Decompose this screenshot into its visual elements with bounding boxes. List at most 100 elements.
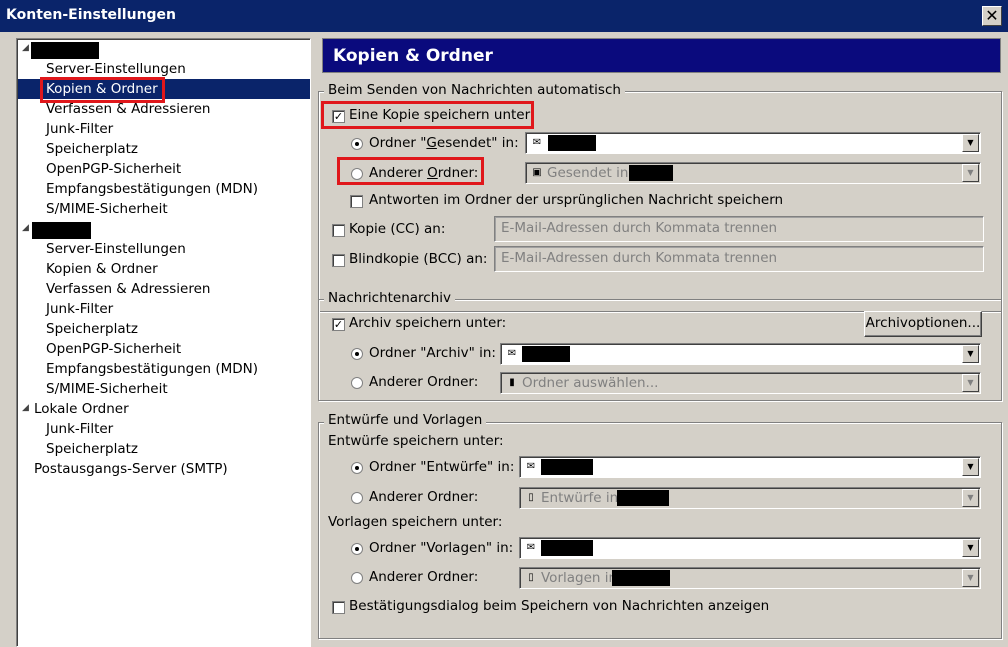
folder-icon: ▣ [532, 167, 542, 178]
sent-account-select[interactable]: ✉ ▼ [525, 132, 981, 154]
folder-icon: ▮ [509, 377, 515, 388]
tree-item-label: Junk-Filter [46, 121, 114, 137]
reply-in-folder-label: Antworten im Ordner der ursprünglichen N… [369, 192, 784, 208]
archive-other-radio[interactable] [351, 377, 363, 389]
tree-item-label: Kopien & Ordner [46, 261, 158, 277]
redacted-account-name[interactable] [31, 42, 99, 59]
drafts-account-select[interactable]: ✉ ▼ [519, 456, 981, 478]
tree-item-label: Server-Einstellungen [46, 241, 186, 257]
other-folder-label: Anderer Ordner: [369, 165, 479, 181]
redacted-account [541, 459, 593, 475]
tree-item-label: Verfassen & Adressieren [46, 281, 211, 297]
mail-account-icon: ✉ [507, 348, 517, 359]
tree-item-label: OpenPGP-Sicherheit [46, 341, 182, 357]
sending-group-legend: Beim Senden von Nachrichten automatisch [324, 82, 625, 98]
redacted-account-name[interactable] [32, 222, 91, 239]
drafts-folder-label: Ordner "Entwürfe" in: [369, 459, 515, 475]
tree-item-label: Lokale Ordner [34, 401, 129, 417]
collapse-triangle-icon[interactable]: ◢ [22, 403, 29, 413]
tree-item-label: S/MIME-Sicherheit [46, 201, 168, 217]
cc-label: Kopie (CC) an: [349, 221, 446, 237]
bcc-checkbox[interactable] [332, 254, 345, 267]
sent-folder-label: Ordner "Gesendet" in: [369, 135, 519, 151]
dropdown-arrow-icon[interactable]: ▼ [962, 569, 979, 587]
drafts-folder-radio[interactable] [351, 462, 363, 474]
mail-account-icon: ✉ [526, 461, 536, 472]
collapse-triangle-icon[interactable]: ◢ [22, 223, 29, 233]
redacted-account [548, 135, 596, 151]
mail-account-icon: ✉ [532, 137, 542, 148]
redacted-account [617, 490, 669, 506]
tree-item-label: Kopien & Ordner [46, 81, 158, 97]
tree-item-label: Speicherplatz [46, 141, 139, 157]
tree-item-label: S/MIME-Sicherheit [46, 381, 168, 397]
settings-panel: Kopien & Ordner Beim Senden von Nachrich… [312, 32, 1008, 647]
templates-account-select[interactable]: ✉ ▼ [519, 537, 981, 559]
tree-item-label: Speicherplatz [46, 441, 139, 457]
tree-item-label: Server-Einstellungen [46, 61, 186, 77]
close-icon: ✕ [985, 6, 999, 25]
account-tree[interactable]: ◢ Server-Einstellungen Kopien & Ordner V… [16, 38, 311, 647]
archive-account-select[interactable]: ✉ ▼ [500, 343, 981, 365]
templates-other-radio[interactable] [351, 572, 363, 584]
save-copy-checkbox[interactable]: ✓ [332, 110, 345, 123]
dropdown-arrow-icon[interactable]: ▼ [962, 345, 979, 363]
tree-item-label: Empfangsbestätigungen (MDN) [46, 181, 259, 197]
window-title: Konten-Einstellungen [6, 7, 177, 23]
other-folder-radio[interactable] [351, 168, 363, 180]
tree-item-label: Empfangsbestätigungen (MDN) [46, 361, 259, 377]
confirm-dialog-label: Bestätigungsdialog beim Speichern von Na… [349, 598, 770, 614]
redacted-account [541, 540, 593, 556]
tree-item-copies-folders-1[interactable]: Kopien & Ordner [18, 79, 310, 99]
drafts-other-value: Entwürfe in [541, 490, 619, 506]
confirm-dialog-checkbox[interactable] [332, 601, 345, 614]
dropdown-arrow-icon[interactable]: ▼ [962, 489, 979, 507]
drafts-other-radio[interactable] [351, 492, 363, 504]
tree-item-label: Speicherplatz [46, 321, 139, 337]
dropdown-arrow-icon[interactable]: ▼ [962, 458, 979, 476]
save-archive-label: Archiv speichern unter: [349, 315, 507, 331]
reply-in-folder-checkbox[interactable] [350, 195, 363, 208]
collapse-triangle-icon[interactable]: ◢ [22, 43, 29, 53]
dropdown-arrow-icon[interactable]: ▼ [962, 374, 979, 392]
archive-folder-label: Ordner "Archiv" in: [369, 345, 496, 361]
dropdown-arrow-icon[interactable]: ▼ [962, 164, 979, 182]
close-button[interactable]: ✕ [982, 6, 1002, 26]
bcc-input[interactable]: E-Mail-Adressen durch Kommata trennen [494, 246, 984, 272]
archive-folder-radio[interactable] [351, 348, 363, 360]
save-archive-checkbox[interactable]: ✓ [332, 318, 345, 331]
redacted-account [522, 346, 570, 362]
templates-other-select[interactable]: ▯ Vorlagen in ▼ [519, 567, 981, 589]
dropdown-arrow-icon[interactable]: ▼ [962, 539, 979, 557]
templates-other-label: Anderer Ordner: [369, 569, 479, 585]
bcc-label: Blindkopie (BCC) an: [349, 251, 488, 267]
templates-folder-radio[interactable] [351, 543, 363, 555]
redacted-account [612, 570, 670, 586]
archive-other-label: Anderer Ordner: [369, 374, 479, 390]
tree-item-label: Junk-Filter [46, 301, 114, 317]
templates-heading: Vorlagen speichern unter: [328, 514, 503, 530]
archive-other-select[interactable]: ▮ Ordner auswählen... ▼ [500, 372, 981, 394]
drafts-other-label: Anderer Ordner: [369, 489, 479, 505]
title-bar: Konten-Einstellungen ✕ [0, 0, 1008, 32]
save-copy-label: Eine Kopie speichern unter: [349, 107, 535, 123]
drafts-heading: Entwürfe speichern unter: [328, 433, 504, 449]
tree-item-label: OpenPGP-Sicherheit [46, 161, 182, 177]
sent-folder-radio[interactable] [351, 138, 363, 150]
drafts-other-select[interactable]: ▯ Entwürfe in ▼ [519, 487, 981, 509]
templates-folder-label: Ordner "Vorlagen" in: [369, 540, 514, 556]
cc-checkbox[interactable] [332, 224, 345, 237]
archive-other-value: Ordner auswählen... [522, 375, 659, 391]
page-title: Kopien & Ordner [322, 38, 1001, 73]
archive-group-legend: Nachrichtenarchiv [324, 290, 456, 306]
tree-item-label: Junk-Filter [46, 421, 114, 437]
document-icon: ▯ [528, 572, 534, 583]
cc-input[interactable]: E-Mail-Adressen durch Kommata trennen [494, 216, 984, 242]
archive-options-button[interactable]: Archivoptionen... [864, 311, 982, 337]
tree-item-label: Verfassen & Adressieren [46, 101, 211, 117]
dropdown-arrow-icon[interactable]: ▼ [962, 134, 979, 152]
other-folder-select[interactable]: ▣ Gesendet in ▼ [525, 162, 981, 184]
mail-account-icon: ✉ [526, 542, 536, 553]
templates-other-value: Vorlagen in [541, 570, 618, 586]
redacted-account [629, 165, 673, 181]
